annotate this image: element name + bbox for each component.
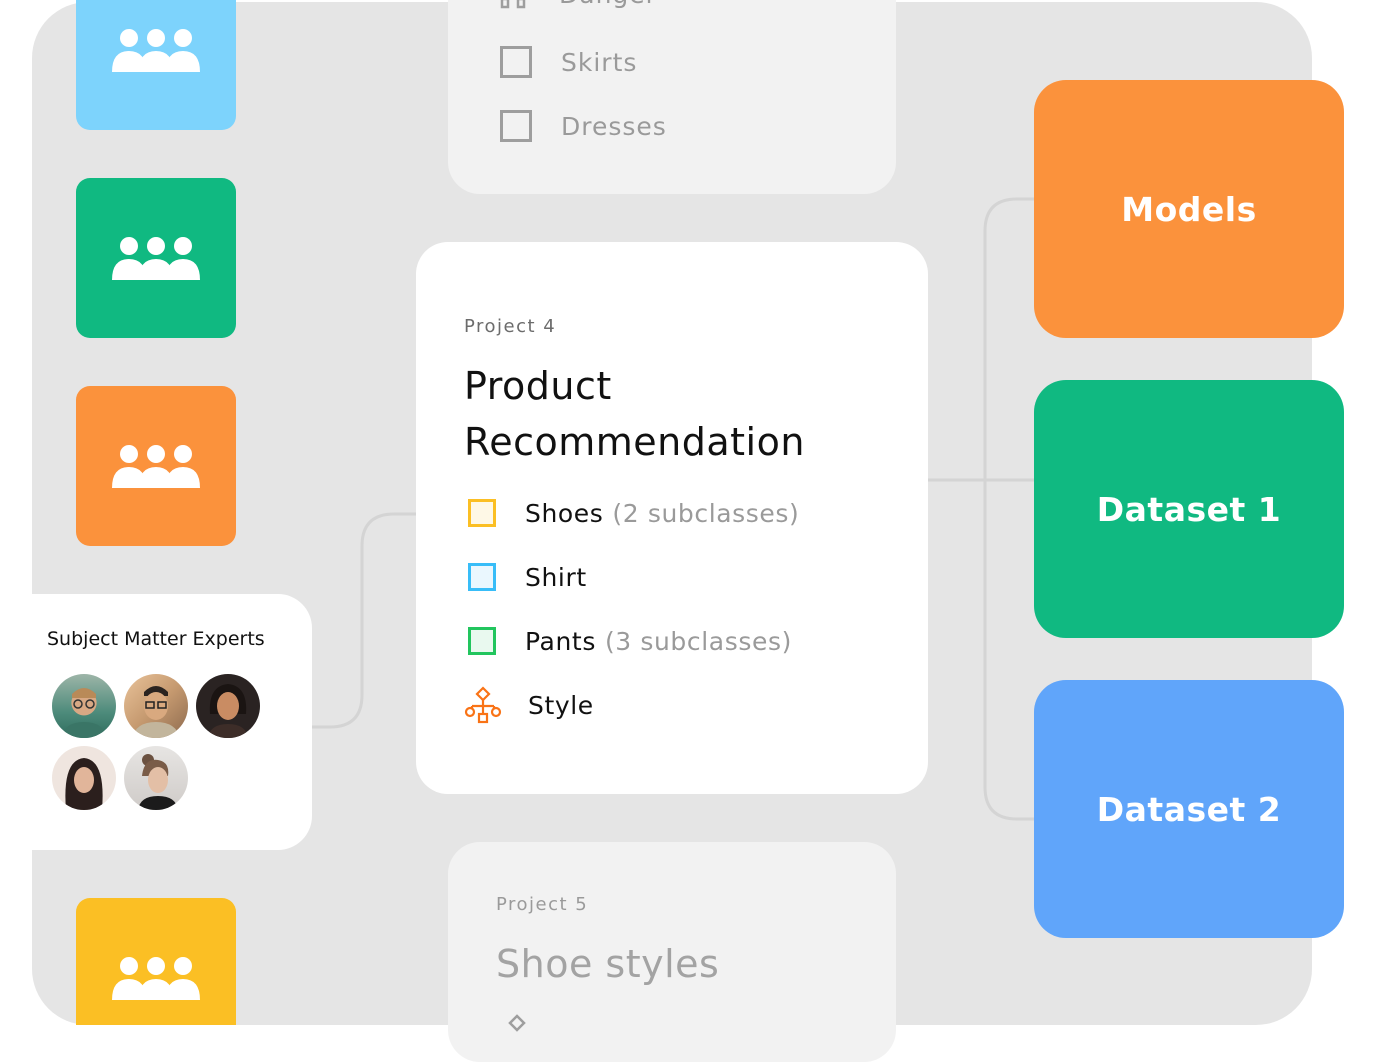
item-label: Pants bbox=[525, 626, 596, 656]
project-title: Product Recommendation bbox=[464, 358, 805, 470]
avatar[interactable] bbox=[52, 674, 116, 738]
avatar[interactable] bbox=[52, 746, 116, 810]
avatar[interactable] bbox=[196, 674, 260, 738]
class-item-pants[interactable]: Pants (3 subclasses) bbox=[468, 621, 792, 661]
hierarchy-icon bbox=[500, 0, 526, 9]
checkbox-icon[interactable] bbox=[468, 627, 496, 655]
avatar-woman-bun bbox=[138, 754, 178, 810]
block-label: Dataset 1 bbox=[1096, 489, 1282, 529]
item-label: Danger bbox=[559, 0, 657, 9]
team-icon bbox=[112, 957, 200, 1000]
project-card-bottom[interactable]: Project 5 Shoe styles bbox=[448, 842, 896, 1062]
class-item-shoes[interactable]: Shoes (2 subclasses) bbox=[468, 493, 799, 533]
block-label: Models bbox=[1121, 189, 1257, 229]
hierarchy-icon bbox=[508, 1014, 526, 1032]
project-card-main[interactable]: Project 4 Product Recommendation Shoes (… bbox=[416, 242, 928, 794]
team-tile-green[interactable] bbox=[76, 178, 236, 338]
checkbox-icon[interactable] bbox=[468, 499, 496, 527]
project-title: Shoe styles bbox=[496, 942, 720, 986]
item-label: Style bbox=[528, 690, 594, 720]
sme-card[interactable]: Subject Matter Experts bbox=[32, 594, 312, 850]
team-tile-orange[interactable] bbox=[76, 386, 236, 546]
item-note: (3 subclasses) bbox=[604, 626, 792, 656]
sme-title: Subject Matter Experts bbox=[47, 628, 265, 650]
item-label: Skirts bbox=[561, 47, 638, 77]
hierarchy-icon bbox=[464, 686, 502, 724]
avatar-man-glasses-2 bbox=[132, 686, 180, 738]
avatar-woman-hijab bbox=[65, 758, 103, 810]
block-label: Dataset 2 bbox=[1096, 789, 1282, 829]
item-label: Dresses bbox=[561, 111, 667, 141]
models-block[interactable]: Models bbox=[1034, 80, 1344, 338]
dataset-1-block[interactable]: Dataset 1 bbox=[1034, 380, 1344, 638]
class-item-style[interactable]: Style bbox=[464, 685, 594, 725]
team-icon bbox=[112, 29, 200, 72]
checkbox-icon[interactable] bbox=[500, 110, 532, 142]
item-label: Shoes bbox=[525, 498, 604, 528]
avatar[interactable] bbox=[124, 746, 188, 810]
team-icon bbox=[112, 445, 200, 488]
item-label: Shirt bbox=[525, 562, 587, 592]
project-title-line: Recommendation bbox=[464, 420, 805, 464]
project-label: Project 4 bbox=[464, 316, 557, 337]
team-tile-yellow[interactable] bbox=[76, 898, 236, 1025]
project-card-top[interactable]: Danger Skirts Dresses bbox=[448, 0, 896, 194]
project-label: Project 5 bbox=[496, 894, 589, 915]
team-icon bbox=[112, 237, 200, 280]
avatar[interactable] bbox=[124, 674, 188, 738]
list-item[interactable]: Danger bbox=[496, 0, 657, 14]
checkbox-icon[interactable] bbox=[468, 563, 496, 591]
list-item[interactable]: Dresses bbox=[500, 106, 667, 146]
avatar-man-glasses bbox=[62, 688, 106, 738]
class-item-shirt[interactable]: Shirt bbox=[468, 557, 587, 597]
checkbox-icon[interactable] bbox=[500, 46, 532, 78]
list-item[interactable]: Skirts bbox=[500, 42, 637, 82]
project-title-line: Product bbox=[464, 364, 612, 408]
avatar-woman-dark-hair bbox=[208, 684, 248, 738]
dataset-2-block[interactable]: Dataset 2 bbox=[1034, 680, 1344, 938]
team-tile-blue[interactable] bbox=[76, 0, 236, 130]
item-note: (2 subclasses) bbox=[612, 498, 800, 528]
